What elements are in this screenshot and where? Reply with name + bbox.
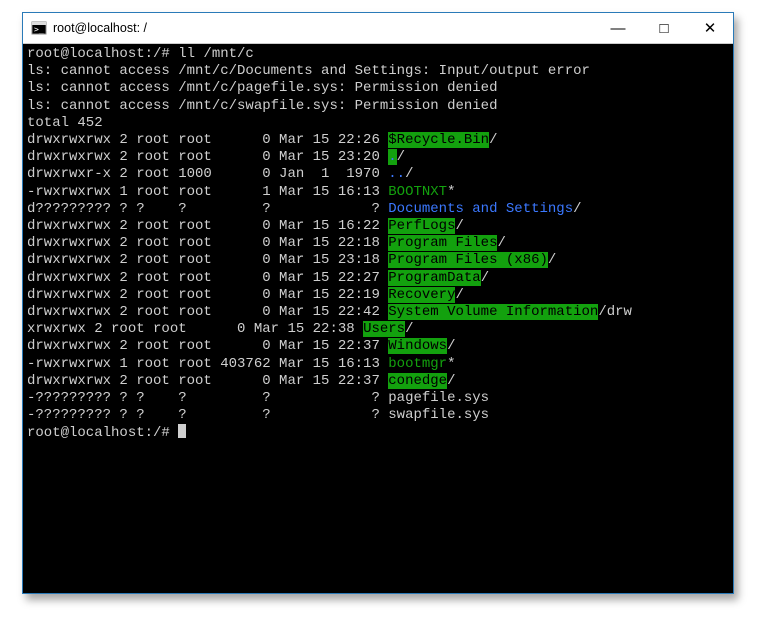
window-title: root@localhost: / <box>53 21 595 35</box>
maximize-button[interactable]: □ <box>641 13 687 43</box>
minimize-button[interactable]: — <box>595 13 641 43</box>
cursor <box>178 424 186 438</box>
titlebar[interactable]: >_ root@localhost: / — □ ✕ <box>23 13 733 44</box>
close-button[interactable]: ✕ <box>687 13 733 43</box>
terminal-output[interactable]: root@localhost:/# ll /mnt/c ls: cannot a… <box>23 44 733 593</box>
svg-text:>_: >_ <box>34 25 44 34</box>
window-controls: — □ ✕ <box>595 13 733 43</box>
app-icon: >_ <box>31 20 47 36</box>
terminal-window: >_ root@localhost: / — □ ✕ root@localhos… <box>22 12 734 594</box>
